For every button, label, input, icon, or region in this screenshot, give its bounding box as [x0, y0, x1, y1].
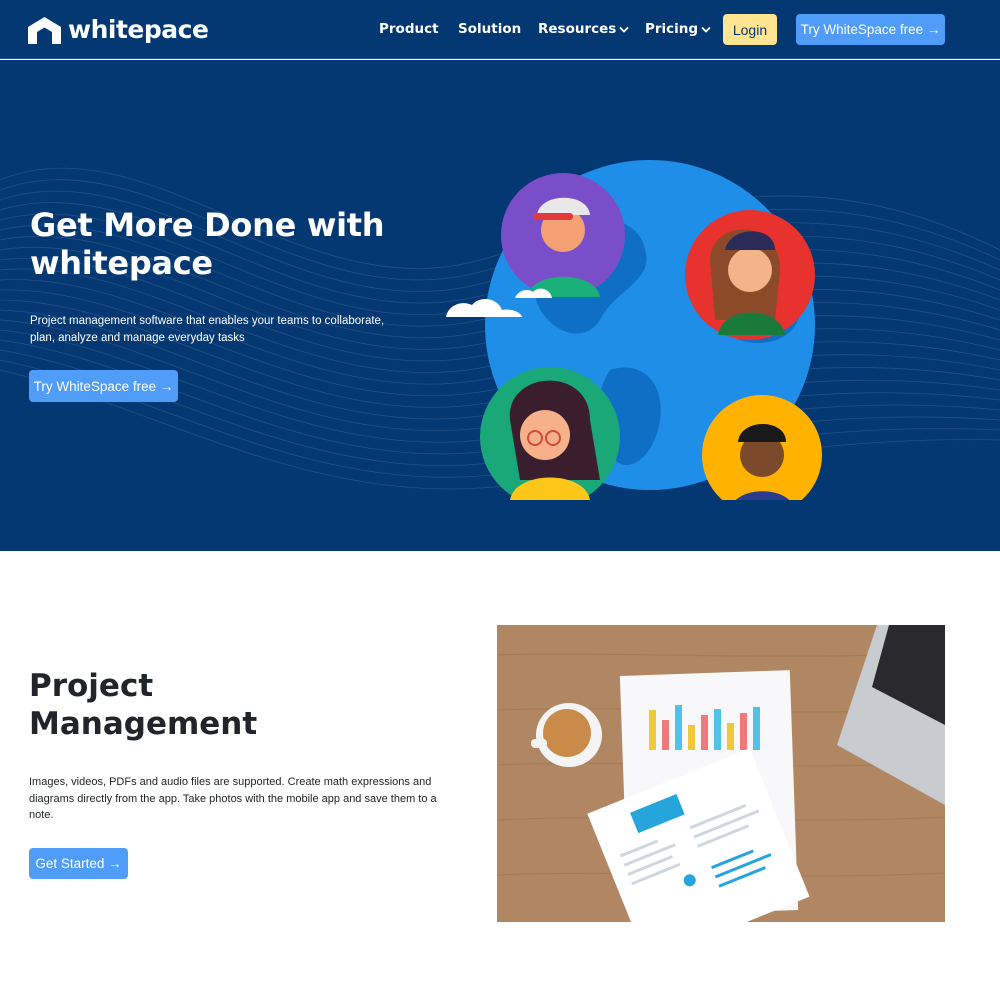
nav-resources[interactable]: Resources [538, 21, 629, 37]
section-description: Images, videos, PDFs and audio files are… [29, 776, 437, 821]
hero-subtitle: Project management software that enables… [30, 315, 385, 344]
logo[interactable]: whitepace [28, 15, 209, 45]
nav-solution-label: Solution [458, 21, 522, 37]
login-button[interactable]: Login [723, 14, 777, 45]
nav-pricing-label: Pricing [645, 21, 699, 37]
try-free-button[interactable]: Try WhiteSpace free → [796, 14, 945, 45]
hero-section: Get More Done with whitepace Project man… [0, 60, 1000, 551]
globe-people-illustration [446, 160, 822, 500]
hero-try-free-button[interactable]: Try WhiteSpace free → [29, 370, 178, 402]
nav-product[interactable]: Product [379, 21, 439, 37]
nav-resources-label: Resources [538, 21, 617, 37]
chevron-down-icon [701, 26, 711, 33]
nav-pricing[interactable]: Pricing [645, 21, 711, 37]
get-started-button[interactable]: Get Started → [29, 848, 128, 879]
logo-icon [28, 16, 61, 44]
nav-product-label: Product [379, 21, 439, 37]
section-title: Project Management [29, 668, 258, 742]
desk-documents-photo [497, 625, 945, 922]
hero-title: Get More Done with whitepace [30, 206, 385, 282]
nav-solution[interactable]: Solution [458, 21, 521, 37]
logo-text: whitepace [68, 15, 209, 44]
top-navbar: whitepace Product Solution Resources Pri… [0, 0, 1000, 59]
chevron-down-icon [619, 26, 629, 33]
